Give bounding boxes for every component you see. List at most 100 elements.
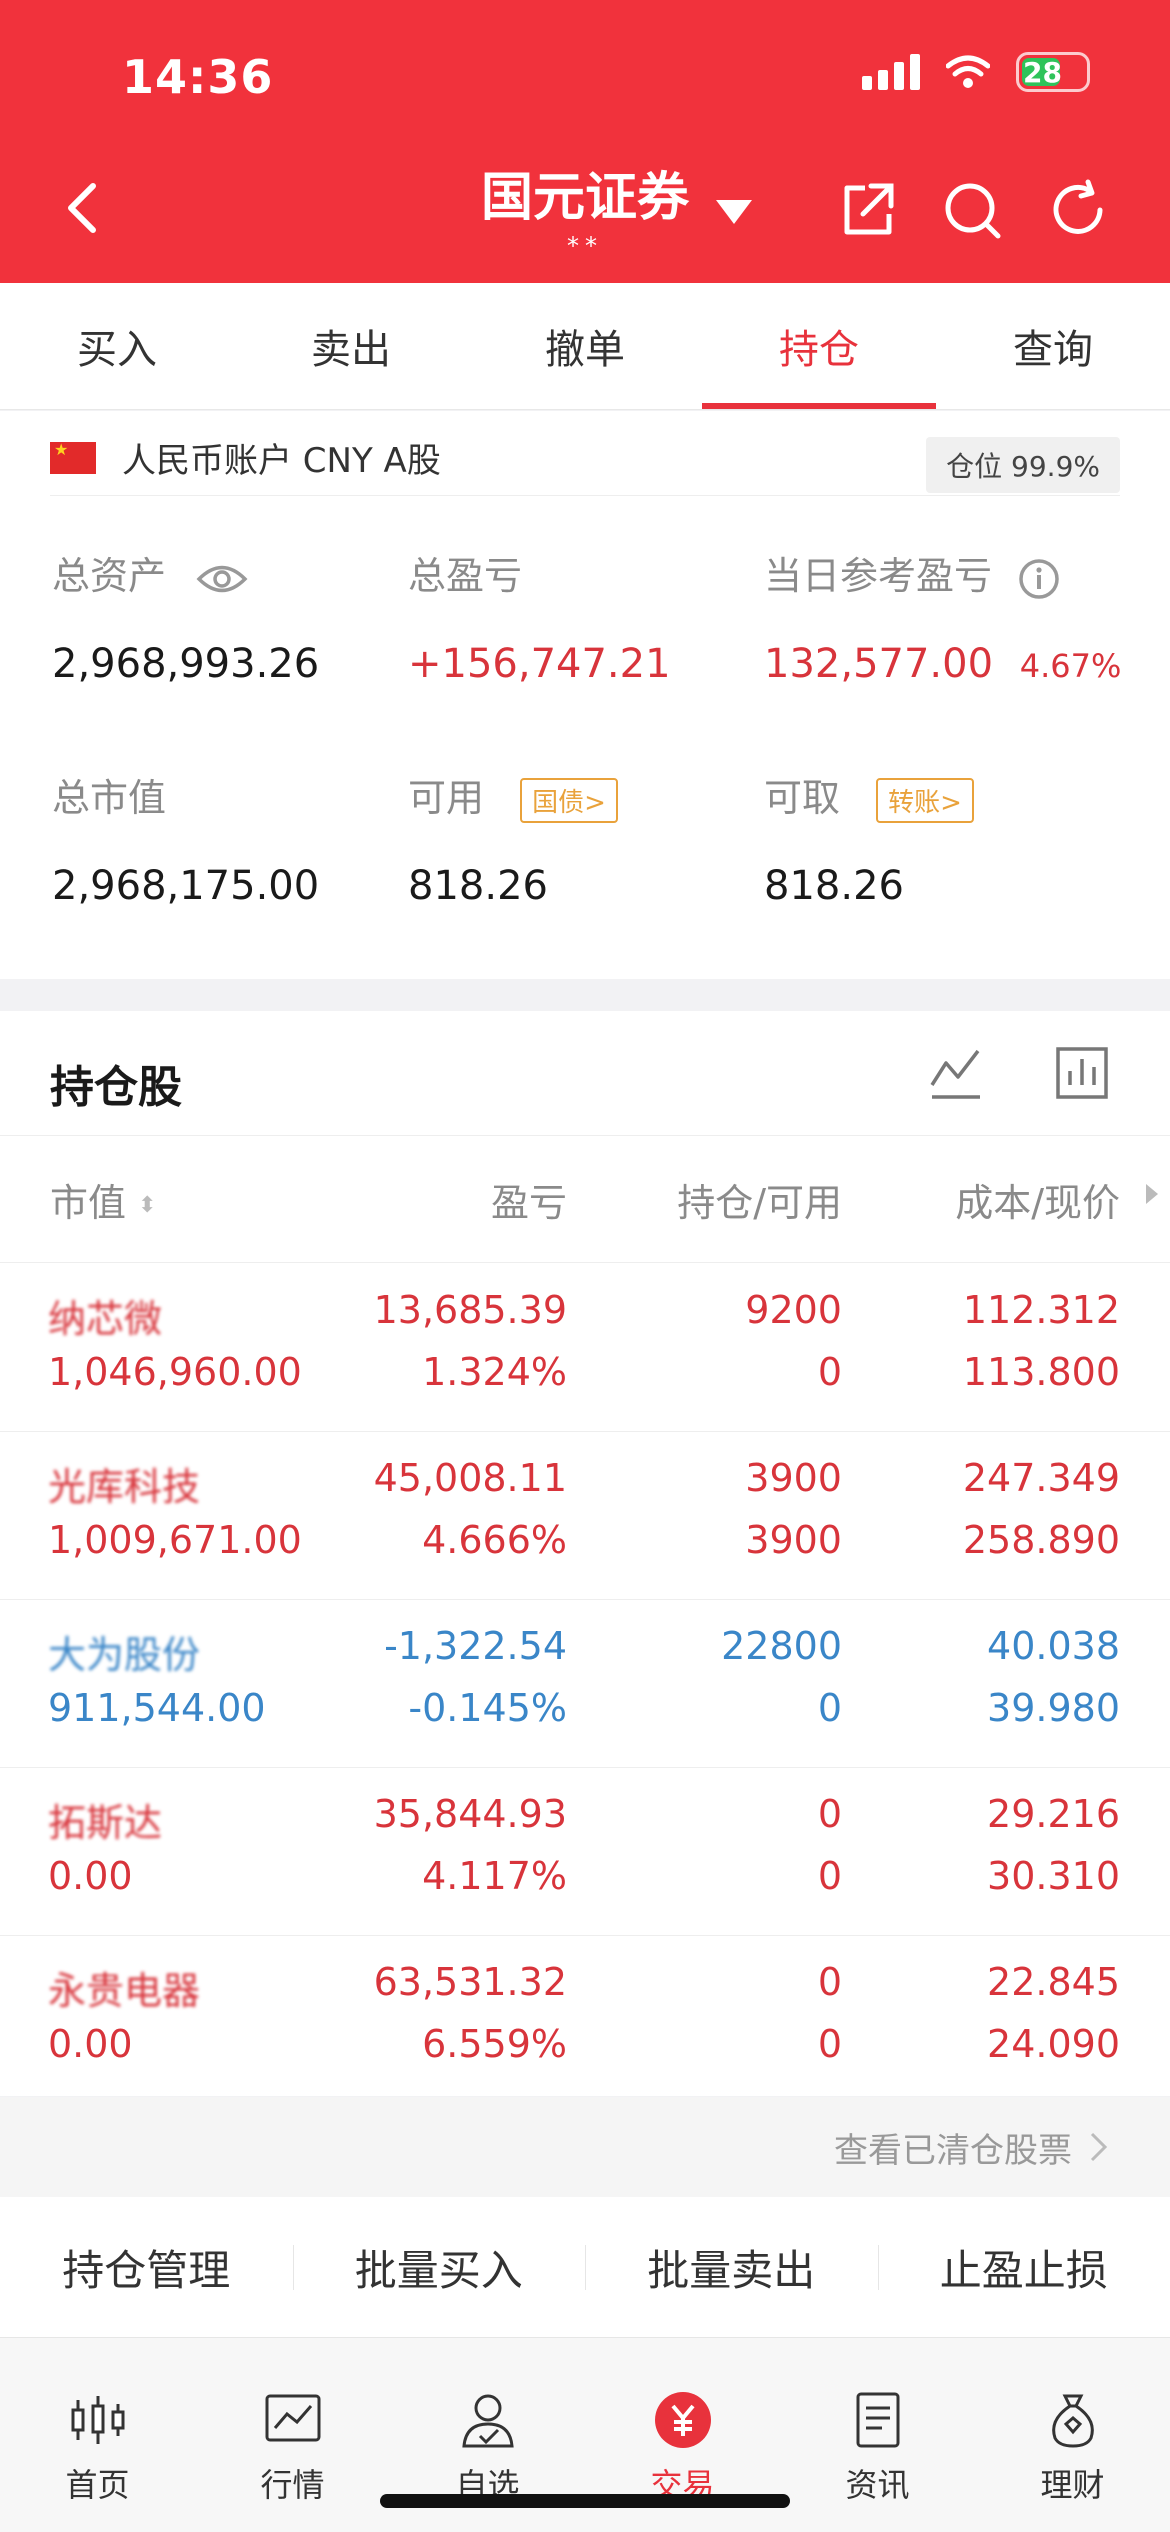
scroll-right-icon[interactable] <box>1146 1184 1158 1204</box>
stock-name: 纳芯微 <box>48 1297 163 1341</box>
daily-pl-label: 当日参考盈亏 <box>764 545 1060 600</box>
sort-by-market-value[interactable]: 市值 ⬍ <box>50 1172 157 1227</box>
nav-wealth[interactable]: 理财 <box>975 2338 1170 2532</box>
chevron-right-icon <box>1090 2132 1108 2162</box>
available-label: 可用 国债> <box>408 767 618 823</box>
available-value: 818.26 <box>408 863 548 909</box>
trend-line-icon[interactable] <box>928 1045 984 1101</box>
holding-row[interactable]: 永贵电器 0.00 63,531.32 6.559% 0 0 22.845 24… <box>0 1936 1170 2104</box>
holding-row[interactable]: 光库科技 1,009,671.00 45,008.11 4.666% 3900 … <box>0 1432 1170 1600</box>
row-price: 39.980 <box>987 1686 1120 1730</box>
refresh-icon[interactable] <box>1046 178 1110 242</box>
row-available: 3900 <box>745 1518 842 1562</box>
row-position: 9200 <box>745 1288 842 1332</box>
tab-cancel[interactable]: 撤单 <box>468 283 702 409</box>
share-icon[interactable] <box>835 178 899 242</box>
row-pl-percent: 1.324% <box>422 1350 567 1394</box>
account-summary: 人民币账户 CNY A股 仓位 99.9% 总资产 2,968,993.26 总… <box>0 411 1170 979</box>
row-pl-percent: 4.666% <box>422 1518 567 1562</box>
bar-chart-icon[interactable] <box>1054 1045 1110 1101</box>
china-flag-icon <box>50 440 96 474</box>
withdrawable-value: 818.26 <box>764 863 904 909</box>
tab-buy[interactable]: 买入 <box>0 283 234 409</box>
stock-name: 拓斯达 <box>48 1801 163 1845</box>
row-market-value: 1,009,671.00 <box>48 1518 302 1562</box>
document-icon <box>856 2392 899 2448</box>
money-bag-icon <box>1051 2394 1094 2448</box>
stock-name: 光库科技 <box>48 1465 201 1509</box>
row-available: 0 <box>817 1854 842 1898</box>
stop-profit-loss-button[interactable]: 止盈止损 <box>877 2237 1170 2298</box>
chart-icon <box>265 2394 320 2442</box>
treasury-bond-button[interactable]: 国债> <box>520 778 618 823</box>
holding-row[interactable]: 大为股份 911,544.00 -1,322.54 -0.145% 22800 … <box>0 1600 1170 1768</box>
nav-news[interactable]: 资讯 <box>780 2338 975 2532</box>
batch-sell-button[interactable]: 批量卖出 <box>585 2237 878 2298</box>
row-pl: 35,844.93 <box>373 1792 567 1836</box>
transfer-button[interactable]: 转账> <box>876 778 974 823</box>
tab-query[interactable]: 查询 <box>936 283 1170 409</box>
row-pl-percent: -0.145% <box>408 1686 567 1730</box>
stock-name: 大为股份 <box>48 1633 201 1677</box>
eye-icon[interactable] <box>196 562 248 596</box>
tab-sell[interactable]: 卖出 <box>234 283 468 409</box>
app-header: 14:36 28 国元证券 ** <box>0 0 1170 283</box>
row-pl: 13,685.39 <box>373 1288 567 1332</box>
row-price: 30.310 <box>987 1854 1120 1898</box>
row-pl-percent: 6.559% <box>422 2022 567 2066</box>
row-market-value: 1,046,960.00 <box>48 1350 302 1394</box>
holdings-title: 持仓股 <box>50 1062 182 1113</box>
total-pl-label: 总盈亏 <box>408 554 523 598</box>
cellular-signal-icon <box>862 54 920 90</box>
account-label: 人民币账户 CNY A股 <box>122 441 441 481</box>
battery-level: 28 <box>1023 55 1062 89</box>
manage-holdings-button[interactable]: 持仓管理 <box>0 2237 293 2298</box>
wifi-icon <box>946 55 990 88</box>
row-cost: 22.845 <box>987 1960 1120 2004</box>
holding-row[interactable]: 拓斯达 0.00 35,844.93 4.117% 0 0 29.216 30.… <box>0 1768 1170 1936</box>
home-indicator[interactable] <box>380 2494 790 2508</box>
info-icon[interactable] <box>1018 558 1060 600</box>
row-position: 0 <box>817 1792 842 1836</box>
row-price: 258.890 <box>962 1518 1120 1562</box>
search-icon[interactable] <box>940 178 1004 242</box>
row-cost: 112.312 <box>962 1288 1120 1332</box>
trade-tabs: 买入 卖出 撤单 持仓 查询 <box>0 283 1170 410</box>
holding-row[interactable]: 纳芯微 1,046,960.00 13,685.39 1.324% 9200 0… <box>0 1264 1170 1432</box>
market-value-value: 2,968,175.00 <box>52 863 320 909</box>
row-market-value: 0.00 <box>48 2022 133 2066</box>
view-cleared-stocks-link[interactable]: 查看已清仓股票 <box>0 2097 1170 2197</box>
batch-buy-button[interactable]: 批量买入 <box>292 2237 586 2298</box>
battery-icon: 28 <box>1016 52 1090 92</box>
row-position: 22800 <box>721 1624 842 1668</box>
tab-holdings[interactable]: 持仓 <box>702 283 936 409</box>
row-position: 3900 <box>745 1456 842 1500</box>
header-pl: 盈亏 <box>490 1181 567 1225</box>
row-price: 113.800 <box>962 1350 1120 1394</box>
sort-icon: ⬍ <box>138 1193 157 1218</box>
row-price: 24.090 <box>987 2022 1120 2066</box>
divider <box>50 495 1120 496</box>
daily-pl-percent: 4.67% <box>1019 647 1122 685</box>
row-available: 0 <box>817 2022 842 2066</box>
withdrawable-label: 可取 转账> <box>764 767 974 823</box>
total-pl-value: +156,747.21 <box>408 641 671 687</box>
holdings-actions: 持仓管理 批量买入 批量卖出 止盈止损 <box>0 2197 1170 2337</box>
row-position: 0 <box>817 1960 842 2004</box>
header-position: 持仓/可用 <box>677 1181 842 1225</box>
total-assets-label: 总资产 <box>52 545 248 600</box>
row-pl: 45,008.11 <box>373 1456 567 1500</box>
row-market-value: 0.00 <box>48 1854 133 1898</box>
row-pl-percent: 4.117% <box>422 1854 567 1898</box>
row-available: 0 <box>817 1350 842 1394</box>
market-value-label: 总市值 <box>52 776 167 820</box>
user-check-icon <box>461 2394 514 2448</box>
total-assets-value: 2,968,993.26 <box>52 641 320 687</box>
holdings-section: 持仓股 市值 ⬍ 盈亏 持仓/可用 成本/现价 纳芯微 1,046,960.00… <box>0 1011 1170 2096</box>
candlestick-icon <box>71 2396 124 2444</box>
stock-name: 永贵电器 <box>48 1969 201 2013</box>
position-ratio: 仓位 99.9% <box>926 437 1120 493</box>
nav-home[interactable]: 首页 <box>0 2338 195 2532</box>
nav-market[interactable]: 行情 <box>195 2338 390 2532</box>
caret-down-icon[interactable] <box>716 200 752 224</box>
